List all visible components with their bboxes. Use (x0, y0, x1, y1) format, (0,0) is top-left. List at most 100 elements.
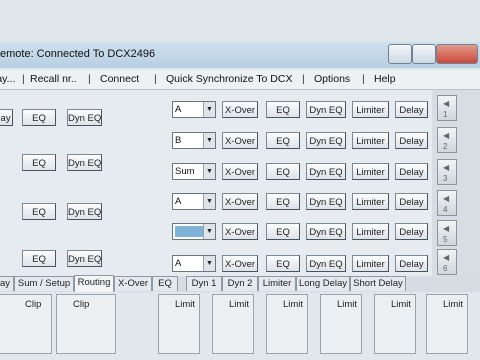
menu-save-delay[interactable]: lay... (0, 73, 15, 85)
menu-bar: lay... | Recall nr.. | Connect | Quick S… (0, 70, 480, 90)
output-meter-1: Limit (158, 294, 200, 354)
maximize-button[interactable] (412, 44, 436, 64)
window-title: emote: Connected To DCX2496 (0, 48, 156, 60)
output-meter-6: Limit (426, 294, 468, 354)
limit-label: Limit (337, 299, 358, 310)
menu-connect[interactable]: Connect (100, 73, 139, 85)
input-meter-2: Clip (56, 294, 116, 354)
input-a-delay-button[interactable]: lay (0, 109, 13, 126)
output-6-delay-button[interactable]: Delay (395, 255, 428, 272)
tab-routing[interactable]: Routing (74, 275, 114, 292)
output-4-xover-button[interactable]: X-Over (222, 193, 258, 210)
clip-label: Clip (25, 299, 42, 310)
input-d-dyn-eq-button[interactable]: Dyn EQ (67, 250, 102, 267)
output-meter-3: Limit (266, 294, 308, 354)
tab-dyn-2[interactable]: Dyn 2 (222, 276, 258, 291)
output-5-xover-button[interactable]: X-Over (222, 223, 258, 240)
output-5-source-select[interactable]: ▼ (172, 223, 216, 240)
input-a-eq-button[interactable]: EQ (22, 109, 56, 126)
output-5-mute-button[interactable]: ◀ 5 (437, 220, 457, 246)
limit-label: Limit (391, 299, 412, 310)
close-button[interactable] (436, 44, 478, 64)
output-5-number: 5 (443, 235, 448, 244)
output-2-source-value: B (175, 135, 182, 146)
input-meter-1: Clip (0, 294, 52, 354)
tab-limiter[interactable]: Limiter (258, 276, 296, 291)
output-3-source-select[interactable]: Sum ▼ (172, 163, 216, 180)
tab-long-delay[interactable]: Long Delay (296, 276, 350, 291)
tab-bar: ay Sum / Setup Routing X-Over EQ Dyn 1 D… (0, 275, 480, 292)
menu-separator: | (22, 73, 25, 85)
input-b-eq-button[interactable]: EQ (22, 154, 56, 171)
input-c-dyn-eq-button[interactable]: Dyn EQ (67, 203, 102, 220)
output-6-limiter-button[interactable]: Limiter (352, 255, 389, 272)
output-4-dyn-eq-button[interactable]: Dyn EQ (306, 193, 346, 210)
output-5-limiter-button[interactable]: Limiter (352, 223, 389, 240)
output-6-number: 6 (443, 264, 448, 273)
output-3-limiter-button[interactable]: Limiter (352, 163, 389, 180)
output-2-xover-button[interactable]: X-Over (222, 132, 258, 149)
output-4-source-value: A (175, 196, 182, 207)
output-5-source-value (175, 226, 203, 237)
output-1-source-select[interactable]: A ▼ (172, 101, 216, 118)
output-4-mute-button[interactable]: ◀ 4 (437, 190, 457, 216)
output-meter-5: Limit (374, 294, 416, 354)
chevron-down-icon: ▼ (203, 224, 215, 239)
output-3-delay-button[interactable]: Delay (395, 163, 428, 180)
output-1-dyn-eq-button[interactable]: Dyn EQ (306, 101, 346, 118)
output-6-xover-button[interactable]: X-Over (222, 255, 258, 272)
menu-recall[interactable]: Recall nr.. (30, 73, 77, 85)
speaker-icon: ◀ (443, 163, 450, 172)
chevron-down-icon: ▼ (203, 164, 215, 179)
output-6-eq-button[interactable]: EQ (266, 255, 300, 272)
output-4-source-select[interactable]: A ▼ (172, 193, 216, 210)
menu-help[interactable]: Help (374, 73, 396, 85)
output-1-source-value: A (175, 104, 182, 115)
input-b-dyn-eq-button[interactable]: Dyn EQ (67, 154, 102, 171)
speaker-icon: ◀ (443, 99, 450, 108)
input-a-dyn-eq-button[interactable]: Dyn EQ (67, 109, 102, 126)
output-5-delay-button[interactable]: Delay (395, 223, 428, 240)
output-2-limiter-button[interactable]: Limiter (352, 132, 389, 149)
input-c-eq-button[interactable]: EQ (22, 203, 56, 220)
output-1-mute-button[interactable]: ◀ 1 (437, 95, 457, 121)
output-6-mute-button[interactable]: ◀ 6 (437, 249, 457, 275)
output-4-delay-button[interactable]: Delay (395, 193, 428, 210)
speaker-icon: ◀ (443, 224, 450, 233)
output-6-dyn-eq-button[interactable]: Dyn EQ (306, 255, 346, 272)
minimize-button[interactable] (388, 44, 412, 64)
output-1-limiter-button[interactable]: Limiter (352, 101, 389, 118)
tab-dyn-1[interactable]: Dyn 1 (186, 276, 222, 291)
clip-label: Clip (73, 299, 90, 310)
output-meter-4: Limit (320, 294, 362, 354)
output-1-eq-button[interactable]: EQ (266, 101, 300, 118)
dcx-remote-window: emote: Connected To DCX2496 lay... | Rec… (0, 0, 480, 360)
tab-short-delay[interactable]: Short Delay (350, 276, 406, 291)
output-2-dyn-eq-button[interactable]: Dyn EQ (306, 132, 346, 149)
menu-quick-sync[interactable]: Quick Synchronize To DCX (166, 73, 292, 85)
output-5-dyn-eq-button[interactable]: Dyn EQ (306, 223, 346, 240)
output-2-mute-button[interactable]: ◀ 2 (437, 127, 457, 153)
menu-options[interactable]: Options (314, 73, 350, 85)
output-2-source-select[interactable]: B ▼ (172, 132, 216, 149)
output-1-delay-button[interactable]: Delay (395, 101, 428, 118)
tab-sum-setup[interactable]: Sum / Setup (14, 276, 74, 291)
output-3-mute-button[interactable]: ◀ 3 (437, 159, 457, 185)
output-2-eq-button[interactable]: EQ (266, 132, 300, 149)
input-d-eq-button[interactable]: EQ (22, 250, 56, 267)
output-4-eq-button[interactable]: EQ (266, 193, 300, 210)
output-1-xover-button[interactable]: X-Over (222, 101, 258, 118)
output-5-eq-button[interactable]: EQ (266, 223, 300, 240)
output-6-source-select[interactable]: A ▼ (172, 255, 216, 272)
speaker-icon: ◀ (443, 194, 450, 203)
output-3-xover-button[interactable]: X-Over (222, 163, 258, 180)
output-4-limiter-button[interactable]: Limiter (352, 193, 389, 210)
tab-xover[interactable]: X-Over (114, 276, 152, 291)
output-2-delay-button[interactable]: Delay (395, 132, 428, 149)
output-3-dyn-eq-button[interactable]: Dyn EQ (306, 163, 346, 180)
tab-eq[interactable]: EQ (152, 276, 178, 291)
output-3-source-value: Sum (175, 166, 195, 177)
output-3-eq-button[interactable]: EQ (266, 163, 300, 180)
menu-separator: | (154, 73, 157, 85)
tab-delay[interactable]: ay (0, 276, 14, 291)
